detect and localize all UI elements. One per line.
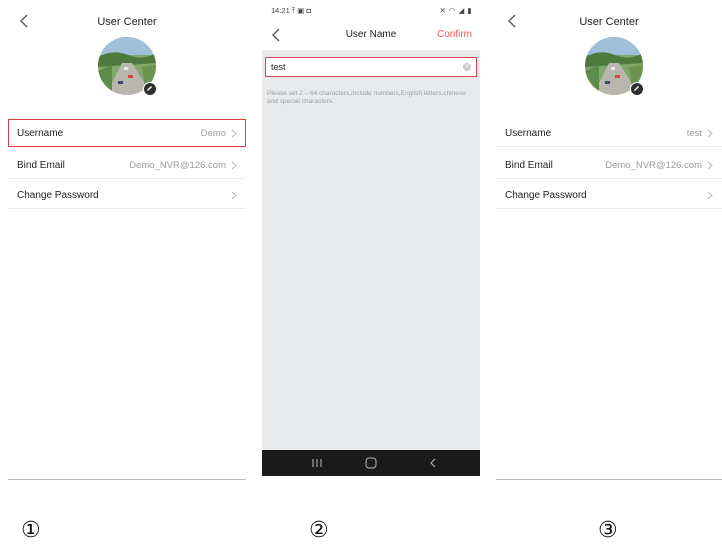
change-password-label: Change Password [17, 190, 99, 201]
chevron-right-icon [707, 161, 713, 170]
username-row[interactable]: Username Demo [8, 119, 246, 147]
user-center-screen-1: User Center Username Demo Bind Email Dem… [8, 0, 246, 480]
chevron-right-icon [231, 161, 237, 170]
chevron-right-icon [707, 129, 713, 138]
divider [8, 479, 246, 480]
username-label: Username [17, 128, 64, 139]
bind-email-row[interactable]: Bind Email Demo_NVR@126.com [8, 151, 246, 179]
header: User Center [8, 10, 246, 34]
bind-email-value: Demo_NVR@126.com [129, 160, 226, 171]
avatar[interactable] [585, 37, 644, 96]
bind-email-label: Bind Email [17, 160, 65, 171]
step-label-3: ③ [598, 518, 618, 543]
input-hint: Please set 2 – 64 characters,include num… [267, 90, 466, 105]
bind-email-label: Bind Email [505, 160, 553, 171]
username-input[interactable]: test ✕ [265, 57, 477, 77]
header: User Center [496, 10, 722, 34]
username-value: test [686, 128, 702, 139]
status-icons: ✕ ◠ ◢ ▮ [439, 6, 472, 15]
divider [496, 479, 722, 480]
notification-icons: ⤒ ▣ ◘ [291, 6, 311, 15]
status-bar: 14:21 ⤒ ▣ ◘ ✕ ◠ ◢ ▮ [262, 0, 480, 20]
confirm-button[interactable]: Confirm [437, 29, 472, 40]
avatar[interactable] [98, 37, 157, 96]
back-nav-icon[interactable] [418, 450, 448, 476]
username-input-value: test [271, 62, 286, 72]
change-password-row[interactable]: Change Password [8, 181, 246, 209]
edit-pencil-icon[interactable] [630, 82, 644, 96]
chevron-right-icon [707, 191, 713, 200]
android-nav-bar [262, 450, 480, 476]
nav-bar: User Name Confirm [262, 20, 480, 50]
bind-email-value: Demo_NVR@126.com [605, 160, 702, 171]
bind-email-row[interactable]: Bind Email Demo_NVR@126.com [496, 151, 722, 179]
chevron-right-icon [231, 129, 237, 138]
page-title: User Center [579, 16, 639, 28]
username-row[interactable]: Username test [496, 119, 722, 147]
change-password-row[interactable]: Change Password [496, 181, 722, 209]
chevron-right-icon [231, 191, 237, 200]
user-name-edit-screen: 14:21 ⤒ ▣ ◘ ✕ ◠ ◢ ▮ User Name Confirm te… [262, 0, 480, 476]
status-left: 14:21 ⤒ ▣ ◘ [271, 6, 311, 16]
step-label-1: ① [21, 518, 41, 543]
username-label: Username [505, 128, 552, 139]
recent-apps-icon[interactable] [302, 450, 332, 476]
clear-icon[interactable]: ✕ [463, 63, 471, 71]
username-value: Demo [200, 128, 226, 139]
page-title: User Center [97, 16, 157, 28]
edit-pencil-icon[interactable] [143, 82, 157, 96]
change-password-label: Change Password [505, 190, 587, 201]
user-center-screen-3: User Center Username test Bind Email Dem… [496, 0, 722, 480]
step-label-2: ② [309, 518, 329, 543]
status-time: 14:21 [271, 6, 290, 15]
home-icon[interactable] [356, 450, 386, 476]
